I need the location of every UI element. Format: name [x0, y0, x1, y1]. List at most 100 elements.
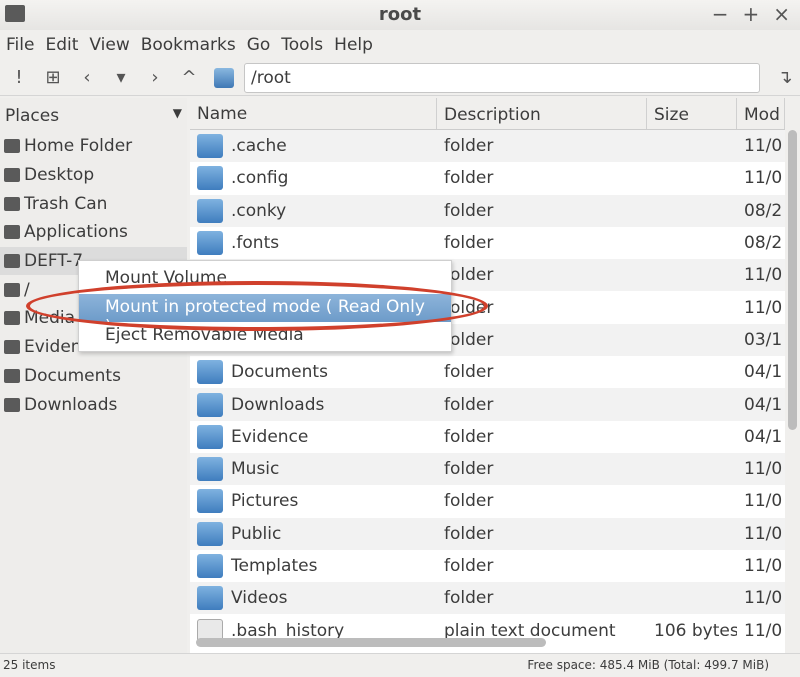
home-icon[interactable]: [214, 67, 234, 88]
places-dropdown-icon[interactable]: ▼: [173, 106, 182, 124]
sidebar-item[interactable]: Applications: [0, 218, 187, 247]
name-cell: .config: [190, 166, 437, 191]
annotation-ring: [26, 281, 488, 331]
description-cell: folder: [444, 459, 494, 480]
sidebar-item[interactable]: Desktop: [0, 161, 187, 190]
back-button[interactable]: ‹: [72, 67, 102, 88]
folder-icon: [197, 231, 223, 256]
file-name: Evidence: [231, 426, 309, 447]
places-header: Places: [5, 106, 60, 126]
table-row[interactable]: Videos folder 11/0: [190, 582, 785, 615]
description-cell: folder: [444, 136, 494, 157]
folder-icon: [197, 198, 223, 223]
history-dropdown-button[interactable]: ▾: [106, 67, 136, 88]
table-row[interactable]: Documents folder 04/1: [190, 356, 785, 388]
menu-edit[interactable]: Edit: [43, 35, 87, 55]
modified-cell: 04/1: [744, 394, 783, 415]
menu-help[interactable]: Help: [332, 35, 382, 55]
modified-cell: 11/0: [744, 620, 783, 641]
name-cell: .cache: [190, 134, 437, 159]
modified-cell: 11/0: [744, 556, 783, 576]
file-name: Pictures: [231, 491, 299, 512]
file-name: .fonts: [231, 233, 280, 254]
modified-cell: 04/1: [744, 362, 783, 383]
sidebar-item[interactable]: Trash Can: [0, 189, 187, 218]
modified-cell: 11/0: [744, 523, 783, 544]
column-header[interactable]: Size: [647, 98, 737, 129]
go-button[interactable]: ↴: [770, 67, 800, 88]
column-header[interactable]: Mod: [737, 98, 785, 129]
description-cell: folder: [444, 200, 494, 221]
sidebar-item[interactable]: Home Folder: [0, 132, 187, 161]
table-row[interactable]: Pictures folder 11/0: [190, 485, 785, 517]
table-row[interactable]: .config folder 11/0: [190, 162, 785, 194]
item-count: 25 items: [3, 658, 56, 672]
place-icon: [4, 397, 20, 412]
sidebar-item[interactable]: Documents: [0, 362, 187, 391]
place-icon: [4, 196, 20, 211]
table-row[interactable]: Downloads folder 04/1: [190, 388, 785, 421]
menu-bookmarks[interactable]: Bookmarks: [139, 35, 245, 55]
close-button[interactable]: ×: [773, 2, 790, 26]
menu-go[interactable]: Go: [245, 35, 280, 55]
place-icon: [4, 282, 20, 297]
toolbar: ! ⊞ ‹ ▾ › ^ /root ↴: [0, 60, 800, 96]
place-icon: [4, 225, 20, 240]
file-name: Templates: [231, 556, 318, 576]
table-row[interactable]: Music folder 11/0: [190, 452, 785, 486]
description-cell: folder: [444, 394, 494, 415]
forward-button[interactable]: ›: [140, 67, 170, 88]
place-icon: [4, 168, 20, 183]
menu-view[interactable]: View: [87, 35, 138, 55]
sidebar-item[interactable]: Downloads: [0, 390, 187, 419]
modified-cell: 11/0: [744, 168, 783, 189]
name-cell: .conky: [190, 198, 437, 223]
column-header[interactable]: Name: [190, 98, 437, 129]
sidebar-item-label: Documents: [24, 365, 121, 386]
videos-folder-icon: [197, 586, 223, 611]
horizontal-scrollbar[interactable]: [196, 638, 546, 647]
table-row[interactable]: Templates folder 11/0: [190, 550, 785, 582]
description-cell: folder: [444, 556, 494, 576]
file-name: .config: [231, 168, 289, 189]
table-row[interactable]: .fonts folder 08/2: [190, 227, 785, 259]
name-cell: Music: [190, 457, 437, 482]
alert-icon[interactable]: !: [4, 67, 34, 88]
sidebar-item-label: Desktop: [24, 165, 95, 186]
maximize-button[interactable]: +: [742, 2, 759, 26]
window-title: root: [378, 4, 422, 25]
table-row[interactable]: Public folder 11/0: [190, 517, 785, 550]
folder-icon: [197, 166, 223, 191]
vertical-scrollbar[interactable]: [788, 130, 797, 430]
modified-cell: 11/0: [744, 136, 783, 157]
minimize-button[interactable]: −: [712, 2, 729, 26]
description-cell: folder: [444, 362, 494, 383]
modified-cell: 11/0: [744, 491, 783, 512]
modified-cell: 11/0: [744, 588, 783, 609]
name-cell: Templates: [190, 554, 437, 578]
file-name: Downloads: [231, 394, 325, 415]
place-icon: [4, 340, 20, 355]
public-folder-icon: [197, 521, 223, 546]
sidebar-item-label: DEFT-7: [24, 251, 84, 272]
description-cell: folder: [444, 426, 494, 447]
table-row[interactable]: Evidence folder 04/1: [190, 421, 785, 453]
table-row[interactable]: .conky folder 08/2: [190, 194, 785, 227]
place-icon: [4, 311, 20, 326]
music-folder-icon: [197, 457, 223, 482]
menu-tools[interactable]: Tools: [279, 35, 332, 55]
menu-file[interactable]: File: [4, 35, 43, 55]
documents-folder-icon: [197, 360, 223, 385]
path-input[interactable]: /root: [244, 62, 760, 93]
downloads-folder-icon: [197, 392, 223, 417]
modified-cell: 11/0: [744, 459, 783, 480]
modified-cell: 11/0: [744, 297, 783, 318]
new-tab-icon[interactable]: ⊞: [38, 67, 68, 88]
up-button[interactable]: ^: [174, 67, 204, 88]
name-cell: .fonts: [190, 231, 437, 256]
size-cell: 106 bytes: [654, 620, 737, 641]
file-list: Name Description Size Mod .cache folder 11/0.…: [190, 98, 785, 653]
templates-folder-icon: [197, 554, 223, 578]
column-header[interactable]: Description: [437, 98, 647, 129]
table-row[interactable]: .cache folder 11/0: [190, 130, 785, 163]
